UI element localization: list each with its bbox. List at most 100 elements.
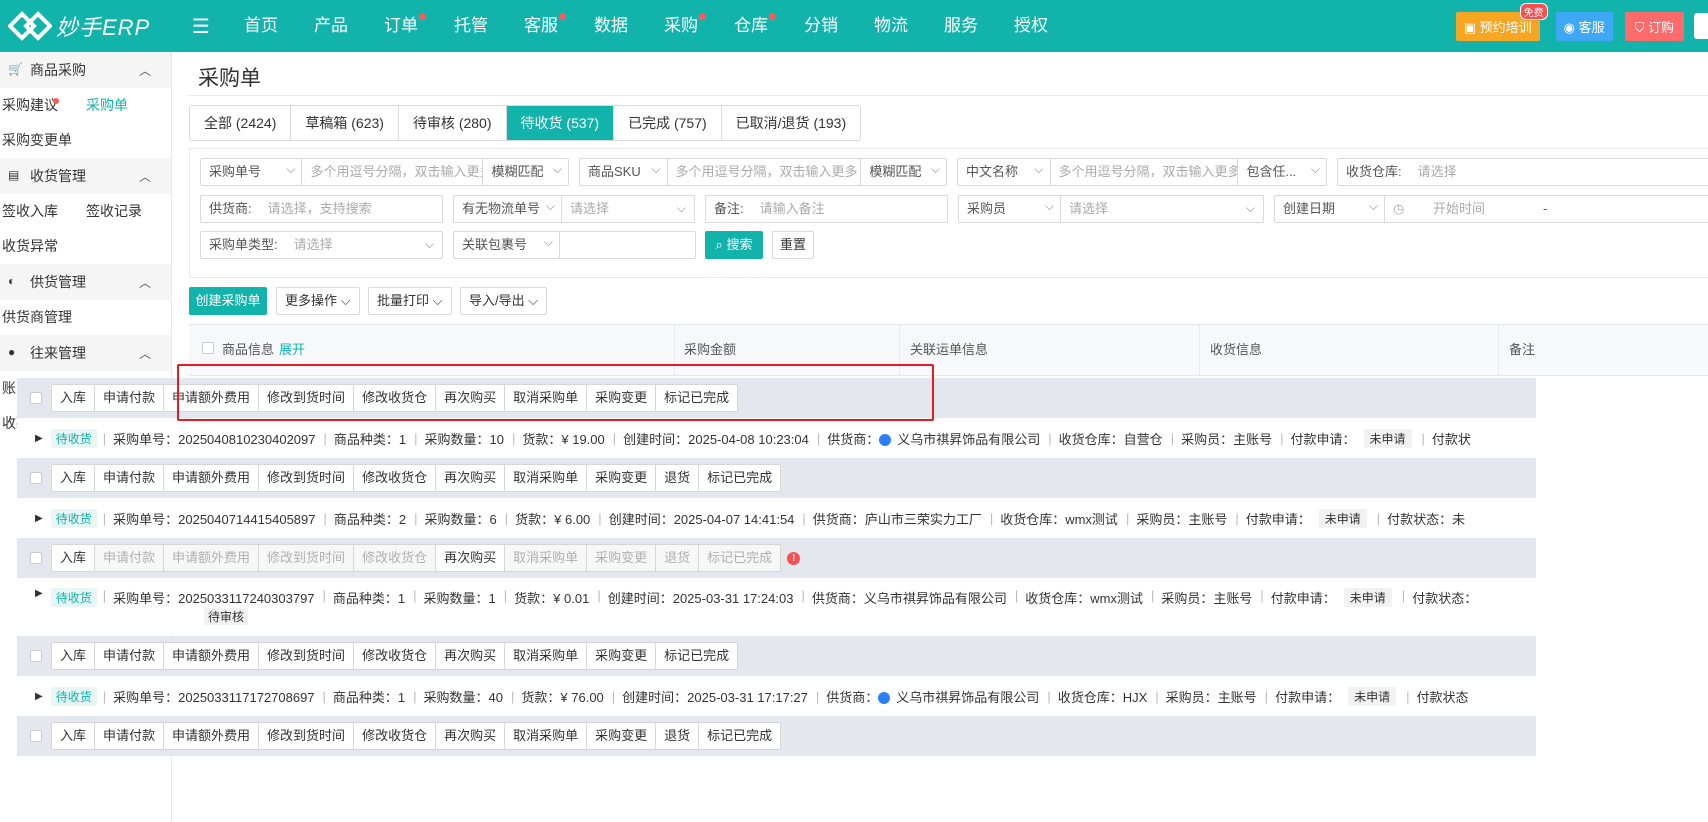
action-button[interactable]: 申请付款	[95, 545, 165, 571]
supplier-name[interactable]: 义乌市祺昇饰品有限公司	[896, 690, 1039, 705]
reset-button[interactable]: 重置	[772, 231, 814, 259]
supplier-name[interactable]: 义乌市祺昇饰品有限公司	[864, 591, 1007, 606]
action-button[interactable]: 修改收货仓	[354, 385, 437, 411]
sidebar-group[interactable]: 🛒 商品采购 ︿	[0, 52, 171, 88]
tracking-input[interactable]: 请选择	[562, 196, 692, 222]
nav-item[interactable]: 客服	[506, 0, 576, 52]
action-button[interactable]: 标记已完成	[656, 385, 738, 411]
action-button[interactable]: 入库	[52, 385, 96, 411]
action-button[interactable]: 修改到货时间	[259, 643, 355, 669]
action-button[interactable]: 申请付款	[95, 385, 165, 411]
nav-item[interactable]: 仓库	[716, 0, 786, 52]
action-button[interactable]: 入库	[52, 723, 96, 749]
sidebar-group[interactable]: ◐ 供货管理 ︿	[0, 264, 171, 300]
action-button[interactable]: 取消采购单	[505, 465, 588, 491]
search-button[interactable]: ⌕ 搜索	[705, 231, 763, 259]
sidebar-item[interactable]: 供货商管理	[0, 300, 84, 335]
action-button[interactable]: 采购变更	[587, 545, 657, 571]
create-po-button[interactable]: 创建采购单	[189, 287, 267, 315]
expand-row-icon[interactable]: ▶	[35, 691, 43, 702]
row-checkbox[interactable]	[30, 552, 42, 564]
action-button[interactable]: 再次购买	[436, 643, 506, 669]
action-button[interactable]: 退货	[656, 723, 700, 749]
supplier-input[interactable]: 请选择，支持搜索	[260, 196, 380, 222]
cn-name-match-select[interactable]: 包含任...	[1237, 159, 1326, 185]
action-button[interactable]: 取消采购单	[505, 385, 588, 411]
nav-item[interactable]: 物流	[856, 0, 926, 52]
user-menu-button[interactable]	[1694, 13, 1708, 39]
action-button[interactable]: 再次购买	[436, 545, 506, 571]
supplier-filter[interactable]: 供货商: 请选择，支持搜索	[200, 195, 443, 223]
status-tab[interactable]: 已完成 (757)	[614, 106, 722, 140]
action-button[interactable]: 取消采购单	[505, 643, 588, 669]
nav-item[interactable]: 授权	[996, 0, 1066, 52]
po-type-filter[interactable]: 采购单类型: 请选择 ⌵	[200, 231, 443, 259]
status-tab[interactable]: 草稿箱 (623)	[291, 106, 399, 140]
warehouse-filter[interactable]: 收货仓库: 请选择	[1337, 158, 1708, 186]
action-button[interactable]: 采购变更	[587, 385, 657, 411]
action-button[interactable]: 入库	[52, 643, 96, 669]
action-button[interactable]: 修改到货时间	[259, 465, 355, 491]
action-button[interactable]: 入库	[52, 545, 96, 571]
action-button[interactable]: 标记已完成	[699, 723, 781, 749]
tracking-select[interactable]: 有无物流单号	[454, 196, 562, 222]
row-checkbox[interactable]	[30, 650, 42, 662]
action-button[interactable]: 申请额外费用	[164, 465, 260, 491]
nav-item[interactable]: 产品	[296, 0, 366, 52]
sidebar-item[interactable]: 采购变更单	[0, 123, 84, 158]
sidebar-item[interactable]: 采购单	[84, 88, 168, 123]
action-button[interactable]: 标记已完成	[656, 643, 738, 669]
status-tab[interactable]: 待收货 (537)	[506, 106, 615, 140]
nav-item[interactable]: 分销	[786, 0, 856, 52]
action-button[interactable]: 申请额外费用	[164, 545, 260, 571]
action-button[interactable]: 再次购买	[436, 723, 506, 749]
action-button[interactable]: 采购变更	[587, 723, 657, 749]
po-type-input[interactable]: 请选择	[286, 232, 341, 258]
po-number-select[interactable]: 采购单号	[201, 159, 303, 185]
expand-link[interactable]: 展开	[279, 325, 305, 375]
status-tab[interactable]: 已取消/退货 (193)	[721, 106, 861, 140]
cn-name-input[interactable]: 多个用逗号分隔，双击输入更多	[1051, 159, 1238, 185]
action-button[interactable]: 申请付款	[95, 465, 165, 491]
action-button[interactable]: 再次购买	[436, 465, 506, 491]
po-match-select[interactable]: 模糊匹配	[482, 159, 568, 185]
action-button[interactable]: 申请额外费用	[164, 723, 260, 749]
action-button[interactable]: 申请额外费用	[164, 385, 260, 411]
order-button[interactable]: ⛉ 订购	[1624, 11, 1684, 41]
nav-item[interactable]: 采购	[646, 0, 716, 52]
select-all-checkbox[interactable]	[202, 325, 214, 375]
expand-row-icon[interactable]: ▶	[35, 588, 43, 599]
supplier-name[interactable]: 庐山市三荣实力工厂	[865, 512, 982, 527]
logo[interactable]: 妙手ERP	[0, 10, 190, 42]
sidebar-group[interactable]: ● 往来管理 ︿	[0, 335, 171, 371]
action-button[interactable]: 标记已完成	[699, 465, 781, 491]
batch-print-dropdown[interactable]: 批量打印 ⌵	[368, 287, 452, 315]
nav-item[interactable]: 托管	[436, 0, 506, 52]
import-export-dropdown[interactable]: 导入/导出 ⌵	[460, 287, 548, 315]
service-button[interactable]: ◉ 客服	[1555, 11, 1613, 41]
action-button[interactable]: 修改收货仓	[354, 465, 437, 491]
sidebar-item[interactable]: 采购建议	[0, 88, 84, 123]
action-button[interactable]: 采购变更	[587, 465, 657, 491]
action-button[interactable]: 取消采购单	[505, 545, 588, 571]
remark-input[interactable]: 请输入备注	[752, 196, 833, 222]
action-button[interactable]: 修改到货时间	[259, 545, 355, 571]
sidebar-item[interactable]: 签收入库	[0, 194, 84, 229]
sidebar-item[interactable]: 收货异常	[0, 229, 84, 264]
action-button[interactable]: 入库	[52, 465, 96, 491]
more-actions-dropdown[interactable]: 更多操作 ⌵	[276, 287, 360, 315]
po-number-input[interactable]: 多个用逗号分隔，双击输入更多	[302, 159, 482, 185]
nav-item[interactable]: 数据	[576, 0, 646, 52]
package-input[interactable]	[560, 232, 695, 258]
action-button[interactable]: 申请付款	[95, 723, 165, 749]
action-button[interactable]: 再次购买	[436, 385, 506, 411]
supplier-name[interactable]: 义乌市祺昇饰品有限公司	[897, 432, 1040, 447]
buyer-input[interactable]: 请选择	[1061, 196, 1251, 222]
sku-select[interactable]: 商品SKU	[580, 159, 668, 185]
nav-item[interactable]: 订单	[366, 0, 436, 52]
action-button[interactable]: 修改收货仓	[354, 723, 437, 749]
warehouse-input[interactable]: 请选择	[1410, 159, 1465, 185]
hamburger-icon[interactable]: ☰	[192, 14, 216, 39]
status-tab[interactable]: 全部 (2424)	[190, 106, 292, 140]
action-button[interactable]: 采购变更	[587, 643, 657, 669]
